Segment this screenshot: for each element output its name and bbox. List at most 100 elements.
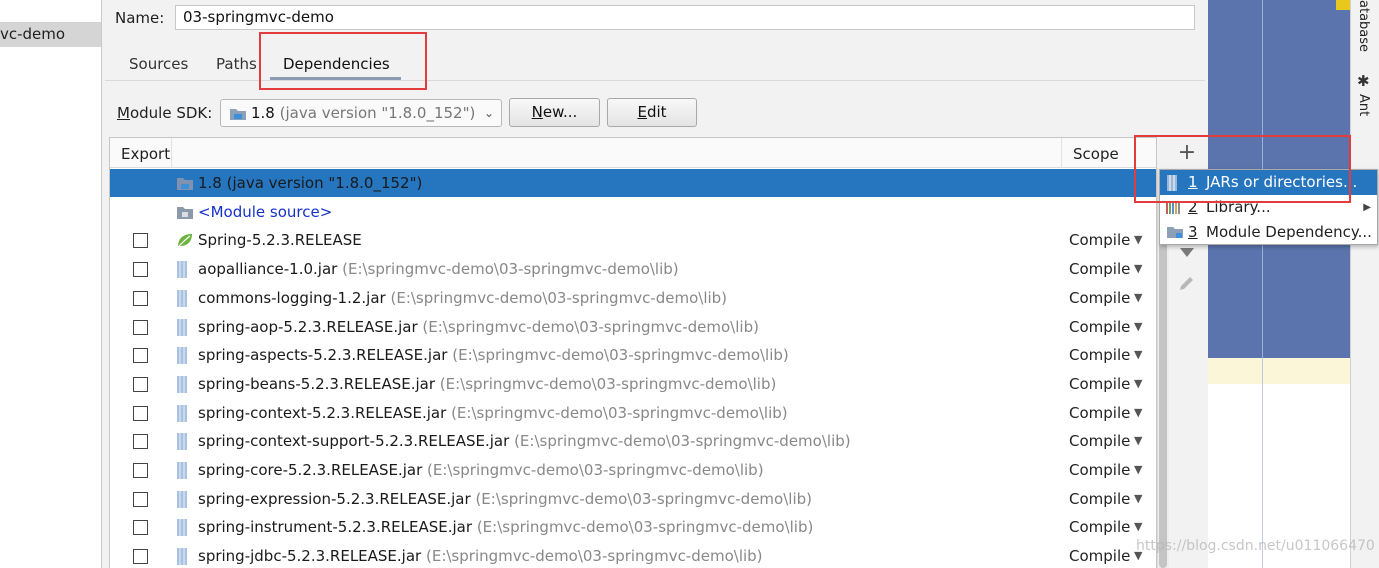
column-header-export[interactable]: Export bbox=[121, 144, 170, 164]
export-checkbox[interactable] bbox=[133, 549, 148, 565]
edit-sdk-button[interactable]: Edit bbox=[607, 98, 697, 127]
dependency-name: <Module source> bbox=[198, 202, 333, 221]
table-row[interactable]: spring-aop-5.2.3.RELEASE.jar (E:\springm… bbox=[110, 313, 1156, 341]
dependency-path: (E:\springmvc-demo\03-springmvc-demo\lib… bbox=[426, 547, 763, 566]
ant-tool-tab[interactable]: Ant bbox=[1356, 94, 1371, 116]
module-tree-item-selected[interactable]: vc-demo bbox=[0, 22, 101, 47]
export-checkbox[interactable] bbox=[133, 434, 148, 450]
highlight-box-dependencies-tab bbox=[259, 32, 427, 90]
table-row[interactable]: spring-instrument-5.2.3.RELEASE.jar (E:\… bbox=[110, 513, 1156, 541]
table-row[interactable]: spring-jdbc-5.2.3.RELEASE.jar (E:\spring… bbox=[110, 542, 1156, 568]
scope-dropdown-arrow-icon[interactable]: ▼ bbox=[1134, 485, 1142, 513]
dependency-name: spring-context-support-5.2.3.RELEASE.jar bbox=[198, 432, 510, 451]
table-row[interactable]: spring-context-support-5.2.3.RELEASE.jar… bbox=[110, 427, 1156, 455]
jar-icon bbox=[177, 289, 187, 307]
jar-icon bbox=[177, 519, 187, 537]
dependency-path: (E:\springmvc-demo\03-springmvc-demo\lib… bbox=[427, 461, 764, 479]
jar-icon bbox=[177, 318, 187, 336]
database-tool-tab[interactable]: atabase bbox=[1356, 0, 1371, 52]
name-label: Name: bbox=[115, 9, 165, 27]
table-row[interactable]: Spring-5.2.3.RELEASE Compile ▼ bbox=[110, 226, 1156, 254]
column-header-scope[interactable]: Scope bbox=[1073, 144, 1119, 164]
table-row[interactable]: spring-aspects-5.2.3.RELEASE.jar (E:\spr… bbox=[110, 341, 1156, 369]
table-row[interactable]: aopalliance-1.0.jar (E:\springmvc-demo\0… bbox=[110, 255, 1156, 283]
scope-dropdown-arrow-icon[interactable]: ▼ bbox=[1134, 427, 1142, 455]
sdk-detail: (java version "1.8.0_152") bbox=[279, 104, 476, 122]
new-sdk-button[interactable]: New... bbox=[509, 98, 600, 127]
dependency-path: (E:\springmvc-demo\03-springmvc-demo\lib… bbox=[476, 518, 814, 537]
edit-pencil-icon[interactable] bbox=[1177, 273, 1197, 293]
table-row[interactable]: 1.8 (java version "1.8.0_152") bbox=[110, 169, 1156, 197]
module-sdk-label: Module SDK: bbox=[117, 104, 213, 122]
scope-select[interactable]: Compile bbox=[1069, 255, 1130, 283]
export-checkbox[interactable] bbox=[133, 376, 148, 392]
scope-select[interactable]: Compile bbox=[1069, 456, 1130, 484]
jar-icon bbox=[177, 490, 187, 508]
menu-item-module-dependency[interactable]: 3 Module Dependency... bbox=[1160, 220, 1377, 245]
menu-item-number: 3 bbox=[1188, 223, 1198, 241]
export-checkbox[interactable] bbox=[133, 491, 148, 507]
scope-select[interactable]: Compile bbox=[1069, 284, 1130, 312]
table-row[interactable]: spring-expression-5.2.3.RELEASE.jar (E:\… bbox=[110, 485, 1156, 513]
scope-select[interactable]: Compile bbox=[1069, 313, 1130, 341]
scope-dropdown-arrow-icon[interactable]: ▼ bbox=[1134, 255, 1142, 283]
sdk-folder-icon bbox=[230, 109, 246, 120]
scope-select[interactable]: Compile bbox=[1069, 399, 1130, 427]
column-divider[interactable] bbox=[171, 138, 172, 168]
table-row[interactable]: spring-context-5.2.3.RELEASE.jar (E:\spr… bbox=[110, 399, 1156, 427]
scope-dropdown-arrow-icon[interactable]: ▼ bbox=[1134, 399, 1142, 427]
tab-paths[interactable]: Paths bbox=[216, 53, 257, 75]
database-marker-icon bbox=[1336, 0, 1350, 10]
table-row[interactable]: spring-beans-5.2.3.RELEASE.jar (E:\sprin… bbox=[110, 370, 1156, 398]
scope-select[interactable]: Compile bbox=[1069, 427, 1130, 455]
dependency-name: commons-logging-1.2.jar bbox=[198, 288, 386, 307]
jar-icon bbox=[177, 347, 187, 365]
scope-select[interactable]: Compile bbox=[1069, 485, 1130, 513]
scope-dropdown-arrow-icon[interactable]: ▼ bbox=[1134, 370, 1142, 398]
scope-select[interactable]: Compile bbox=[1069, 542, 1130, 568]
menu-item-label: Module Dependency... bbox=[1206, 223, 1372, 241]
sdk-name: 1.8 bbox=[251, 104, 275, 122]
module-name-input[interactable]: 03-springmvc-demo bbox=[175, 5, 1195, 30]
scope-dropdown-arrow-icon[interactable]: ▼ bbox=[1134, 226, 1142, 254]
export-checkbox[interactable] bbox=[133, 233, 148, 249]
scope-dropdown-arrow-icon[interactable]: ▼ bbox=[1134, 284, 1142, 312]
module-sdk-select[interactable]: 1.8 (java version "1.8.0_152") ⌄ bbox=[220, 99, 502, 127]
export-checkbox[interactable] bbox=[133, 290, 148, 306]
tab-sources[interactable]: Sources bbox=[129, 53, 188, 75]
table-row[interactable]: <Module source> bbox=[110, 198, 1156, 226]
export-checkbox[interactable] bbox=[133, 463, 148, 478]
export-checkbox[interactable] bbox=[133, 348, 148, 364]
column-divider[interactable] bbox=[1061, 138, 1062, 168]
export-checkbox[interactable] bbox=[133, 405, 148, 421]
scope-select[interactable]: Compile bbox=[1069, 226, 1130, 254]
scope-select[interactable]: Compile bbox=[1069, 370, 1130, 398]
move-down-icon[interactable] bbox=[1178, 246, 1196, 258]
dependency-name: spring-aop-5.2.3.RELEASE.jar bbox=[198, 317, 418, 336]
dependency-path: (E:\springmvc-demo\03-springmvc-demo\lib… bbox=[342, 260, 679, 279]
dependency-name: aopalliance-1.0.jar bbox=[198, 260, 338, 279]
scope-select[interactable]: Compile bbox=[1069, 513, 1130, 541]
editor-guide-line bbox=[1262, 0, 1263, 568]
submenu-arrow-icon: ▶ bbox=[1363, 202, 1371, 213]
dependency-path: (E:\springmvc-demo\03-springmvc-demo\lib… bbox=[452, 346, 789, 365]
scope-dropdown-arrow-icon[interactable]: ▼ bbox=[1134, 313, 1142, 341]
table-row[interactable]: spring-core-5.2.3.RELEASE.jar (E:\spring… bbox=[110, 456, 1156, 484]
scope-dropdown-arrow-icon[interactable]: ▼ bbox=[1134, 341, 1142, 369]
module-tree-item-label: vc-demo bbox=[0, 25, 66, 43]
scope-dropdown-arrow-icon[interactable]: ▼ bbox=[1134, 456, 1142, 484]
scope-select[interactable]: Compile bbox=[1069, 341, 1130, 369]
jar-icon bbox=[177, 433, 187, 451]
dependency-name: spring-aspects-5.2.3.RELEASE.jar bbox=[198, 346, 448, 365]
dependency-path: (E:\springmvc-demo\03-springmvc-demo\lib… bbox=[390, 288, 728, 307]
module-source-folder-icon bbox=[177, 206, 193, 219]
export-checkbox[interactable] bbox=[133, 319, 148, 335]
dependency-name: Spring-5.2.3.RELEASE bbox=[198, 231, 362, 250]
dependency-name: spring-jdbc-5.2.3.RELEASE.jar bbox=[198, 547, 422, 566]
dependency-name: 1.8 (java version "1.8.0_152") bbox=[198, 174, 423, 192]
export-checkbox[interactable] bbox=[133, 520, 148, 536]
export-checkbox[interactable] bbox=[133, 262, 148, 278]
spring-leaf-icon bbox=[178, 234, 192, 247]
jar-icon bbox=[177, 548, 187, 566]
table-row[interactable]: commons-logging-1.2.jar (E:\springmvc-de… bbox=[110, 284, 1156, 312]
